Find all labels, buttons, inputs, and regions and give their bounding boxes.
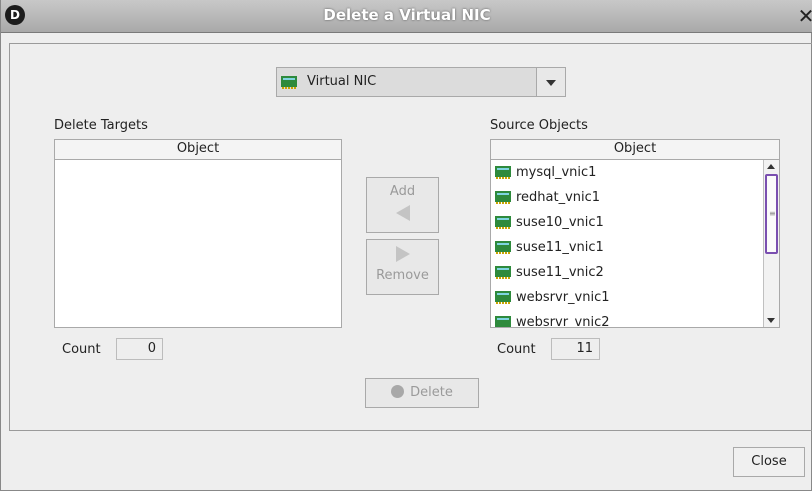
source-count-label: Count bbox=[497, 342, 536, 357]
arrow-right-icon bbox=[395, 246, 410, 262]
source-count-value: 11 bbox=[551, 338, 600, 360]
remove-button[interactable]: Remove bbox=[366, 239, 439, 295]
close-button[interactable]: Close bbox=[733, 447, 805, 477]
dialog-window: D Delete a Virtual NIC ✕ Virtual NIC Del… bbox=[0, 0, 812, 491]
virtual-nic-icon bbox=[495, 291, 511, 304]
list-item[interactable]: websrvr_vnic2 bbox=[491, 310, 763, 327]
add-button[interactable]: Add bbox=[366, 177, 439, 233]
dropdown-button[interactable] bbox=[536, 68, 565, 96]
chevron-down-icon bbox=[546, 80, 556, 86]
targets-column-header[interactable]: Object bbox=[55, 140, 341, 160]
source-column-header[interactable]: Object bbox=[491, 140, 779, 160]
list-item[interactable]: websrvr_vnic1 bbox=[491, 285, 763, 310]
source-objects-list[interactable]: Object mysql_vnic1 redhat_vnic1 suse10_vni… bbox=[490, 139, 780, 328]
virtual-nic-icon bbox=[495, 166, 511, 179]
delete-label: Delete bbox=[410, 385, 453, 400]
dialog-title: Delete a Virtual NIC bbox=[323, 6, 491, 24]
list-item[interactable]: mysql_vnic1 bbox=[491, 160, 763, 185]
list-item-label: suse11_vnic2 bbox=[516, 265, 604, 280]
close-icon[interactable]: ✕ bbox=[795, 4, 812, 28]
source-scrollbar[interactable]: ≡ bbox=[763, 160, 779, 327]
list-item[interactable]: suse11_vnic1 bbox=[491, 235, 763, 260]
source-items: mysql_vnic1 redhat_vnic1 suse10_vnic1 suse1… bbox=[491, 160, 763, 327]
object-type-select[interactable]: Virtual NIC bbox=[276, 67, 566, 97]
delete-targets-label: Delete Targets bbox=[54, 118, 148, 133]
targets-items bbox=[55, 160, 325, 327]
list-item-label: websrvr_vnic2 bbox=[516, 315, 610, 327]
delete-icon bbox=[391, 385, 405, 398]
list-item-label: redhat_vnic1 bbox=[516, 190, 601, 205]
targets-count-value: 0 bbox=[116, 338, 163, 360]
list-item[interactable]: suse11_vnic2 bbox=[491, 260, 763, 285]
virtual-nic-icon bbox=[281, 76, 297, 89]
list-item[interactable]: redhat_vnic1 bbox=[491, 185, 763, 210]
virtual-nic-icon bbox=[495, 266, 511, 279]
object-type-value: Virtual NIC bbox=[307, 74, 377, 89]
add-label: Add bbox=[389, 184, 416, 199]
list-item-label: websrvr_vnic1 bbox=[516, 290, 610, 305]
targets-count-label: Count bbox=[62, 342, 101, 357]
source-objects-label: Source Objects bbox=[490, 118, 588, 133]
list-item-label: suse11_vnic1 bbox=[516, 240, 604, 255]
list-item[interactable]: suse10_vnic1 bbox=[491, 210, 763, 235]
virtual-nic-icon bbox=[495, 241, 511, 254]
scroll-thumb[interactable]: ≡ bbox=[765, 174, 778, 254]
remove-label: Remove bbox=[376, 268, 429, 283]
delete-button[interactable]: Delete bbox=[365, 378, 479, 408]
scroll-up-icon[interactable] bbox=[767, 164, 775, 169]
title-bar[interactable]: D Delete a Virtual NIC ✕ bbox=[1, 0, 812, 33]
virtual-nic-icon bbox=[495, 191, 511, 204]
list-item-label: suse10_vnic1 bbox=[516, 215, 604, 230]
virtual-nic-icon bbox=[495, 216, 511, 229]
delete-targets-list[interactable]: Object bbox=[54, 139, 342, 328]
virtual-nic-icon bbox=[495, 316, 511, 327]
arrow-left-icon bbox=[395, 205, 410, 221]
scroll-down-icon[interactable] bbox=[767, 318, 775, 323]
list-item-label: mysql_vnic1 bbox=[516, 165, 597, 180]
